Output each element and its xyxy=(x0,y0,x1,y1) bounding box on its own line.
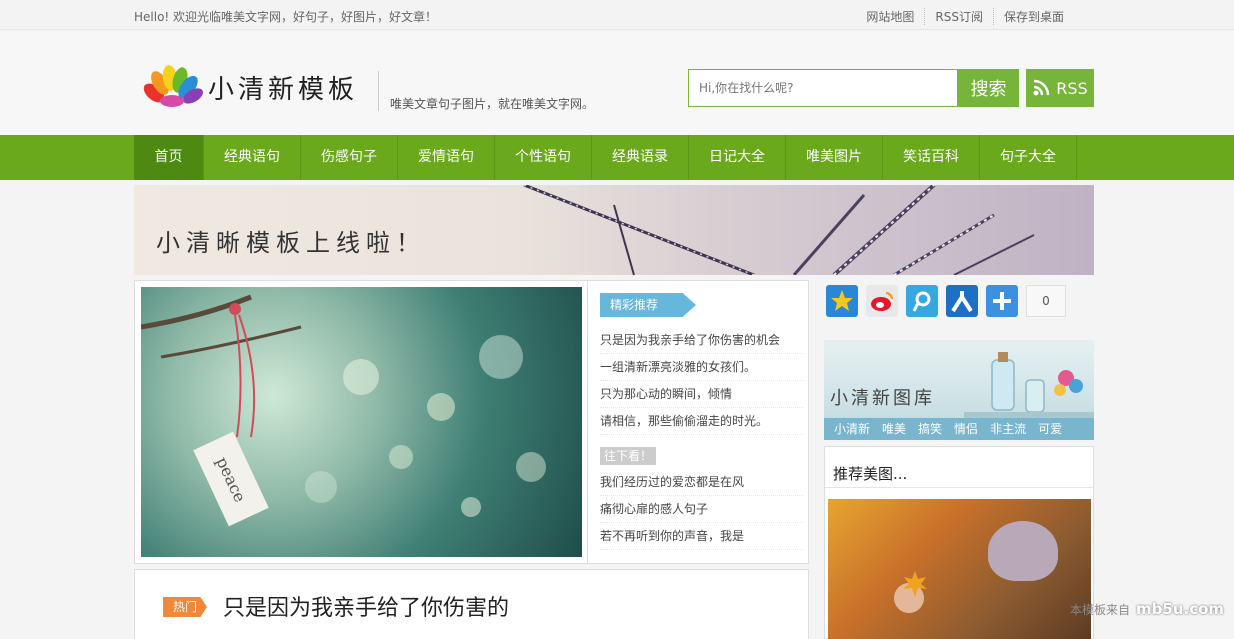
nav-item-classic-quotes[interactable]: 经典语录 xyxy=(592,135,689,180)
maple-leaf-icon xyxy=(903,571,927,597)
recommend-ribbon: 精彩推荐 xyxy=(600,293,696,317)
recommended-pictures: 推荐美图... xyxy=(824,446,1094,639)
gallery-tag-fresh[interactable]: 小清新 xyxy=(828,418,876,440)
gallery-tags: 小清新 唯美 搞笑 情侣 非主流 可爱 xyxy=(824,418,1094,440)
peace-tag-text: peace xyxy=(212,453,250,505)
top-bar: Hello! 欢迎光临唯美文字网，好句子，好图片，好文章！ 网站地图 RSS订阅… xyxy=(0,0,1234,30)
qzone-share-icon[interactable] xyxy=(826,285,858,317)
gallery-tag-nonmainstream[interactable]: 非主流 xyxy=(984,418,1032,440)
share-count: 0 xyxy=(1026,285,1066,317)
more-list: 我们经历过的爱恋都是在风 痛彻心扉的感人句子 若不再听到你的声音，我是 xyxy=(600,469,804,550)
gallery-banner[interactable]: 小清新图库 小清新 唯美 搞笑 情侣 非主流 可爱 xyxy=(824,340,1094,440)
gallery-tag-couple[interactable]: 情侣 xyxy=(948,418,984,440)
main-nav: 首页 经典语句 伤感句子 爱情语句 个性语句 经典语录 日记大全 唯美图片 笑话… xyxy=(0,135,1234,180)
nav-item-sentence-collection[interactable]: 句子大全 xyxy=(980,135,1077,180)
more-tag: 往下看！ xyxy=(600,447,657,465)
promo-banner[interactable]: 小清晰模板上线啦！ xyxy=(134,185,1094,275)
featured-list-column: 精彩推荐 只是因为我亲手给了你伤害的机会 一组清新漂亮淡雅的女孩们。 只为那心动… xyxy=(587,281,809,563)
hot-article: 热门 只是因为我亲手给了你伤害的 xyxy=(134,569,809,639)
welcome-text: Hello! 欢迎光临唯美文字网，好句子，好图片，好文章！ xyxy=(134,10,438,24)
divider xyxy=(825,487,1093,488)
gallery-tag-cute[interactable]: 可爱 xyxy=(1032,418,1068,440)
nav-item-home[interactable]: 首页 xyxy=(134,135,204,180)
list-item[interactable]: 只为那心动的瞬间，倾情 xyxy=(600,381,804,408)
gallery-tag-funny[interactable]: 搞笑 xyxy=(912,418,948,440)
list-item[interactable]: 一组清新漂亮淡雅的女孩们。 xyxy=(600,354,804,381)
hot-article-title[interactable]: 只是因为我亲手给了你伤害的 xyxy=(223,590,509,622)
share-bar: 0 xyxy=(826,285,1066,317)
top-links: 网站地图 RSS订阅 保存到桌面 xyxy=(856,8,1074,25)
hot-tag: 热门 xyxy=(163,597,207,617)
rss-button[interactable]: RSS xyxy=(1026,69,1094,107)
list-item[interactable]: 若不再听到你的声音，我是 xyxy=(600,523,804,550)
recommended-pictures-title: 推荐美图... xyxy=(833,465,908,483)
nav-item-diaries[interactable]: 日记大全 xyxy=(689,135,786,180)
hat-illustration xyxy=(988,521,1058,581)
save-to-desktop-link[interactable]: 保存到桌面 xyxy=(992,8,1074,25)
recommended-picture[interactable] xyxy=(828,499,1091,639)
search-button[interactable]: 搜索 xyxy=(958,69,1019,107)
nav-item-sad-sentences[interactable]: 伤感句子 xyxy=(301,135,398,180)
nav-item-pictures[interactable]: 唯美图片 xyxy=(786,135,883,180)
peacock-logo-icon xyxy=(140,63,204,111)
list-item[interactable]: 我们经历过的爱恋都是在风 xyxy=(600,469,804,496)
banner-text: 小清晰模板上线啦！ xyxy=(156,229,426,257)
recommend-list: 只是因为我亲手给了你伤害的机会 一组清新漂亮淡雅的女孩们。 只为那心动的瞬间，倾… xyxy=(600,327,804,435)
bokeh-branch-illustration xyxy=(141,294,546,517)
featured-photo[interactable]: peace xyxy=(141,287,582,557)
watermark-brand: mb5u.com xyxy=(1136,600,1225,618)
gallery-tag-beautiful[interactable]: 唯美 xyxy=(876,418,912,440)
site-slogan: 唯美文章句子图片，就在唯美文字网。 xyxy=(390,97,595,111)
featured-box: peace 精彩推荐 只是因为我亲手给了你伤害的机会 一组清新漂亮淡雅的女孩们。… xyxy=(134,280,809,564)
logo-divider xyxy=(378,71,379,111)
list-item[interactable]: 只是因为我亲手给了你伤害的机会 xyxy=(600,327,804,354)
watermark: 本模板来自 mb5u.com xyxy=(1070,600,1224,618)
list-item[interactable]: 请相信，那些偷偷溜走的时光。 xyxy=(600,408,804,435)
list-item[interactable]: 痛彻心扉的感人句子 xyxy=(600,496,804,523)
rss-icon xyxy=(1033,79,1050,96)
renren-share-icon[interactable] xyxy=(946,285,978,317)
rss-subscribe-link[interactable]: RSS订阅 xyxy=(924,8,993,25)
nav-item-jokes[interactable]: 笑话百科 xyxy=(883,135,980,180)
tencent-weibo-share-icon[interactable] xyxy=(906,285,938,317)
nav-item-classic-sentences[interactable]: 经典语句 xyxy=(204,135,301,180)
weibo-share-icon[interactable] xyxy=(866,285,898,317)
sitemap-link[interactable]: 网站地图 xyxy=(856,8,924,25)
search-input[interactable] xyxy=(688,69,958,107)
gallery-title: 小清新图库 xyxy=(830,388,935,409)
watermark-prefix: 本模板来自 xyxy=(1070,602,1131,617)
rss-label: RSS xyxy=(1056,78,1088,98)
site-logo[interactable]: 小清新模板 xyxy=(140,63,380,111)
header: 小清新模板 唯美文章句子图片，就在唯美文字网。 搜索 RSS xyxy=(0,31,1234,135)
nav-item-love-sentences[interactable]: 爱情语句 xyxy=(398,135,495,180)
nav-item-personal-sentences[interactable]: 个性语句 xyxy=(495,135,592,180)
logo-text: 小清新模板 xyxy=(208,74,359,105)
more-share-icon[interactable] xyxy=(986,285,1018,317)
